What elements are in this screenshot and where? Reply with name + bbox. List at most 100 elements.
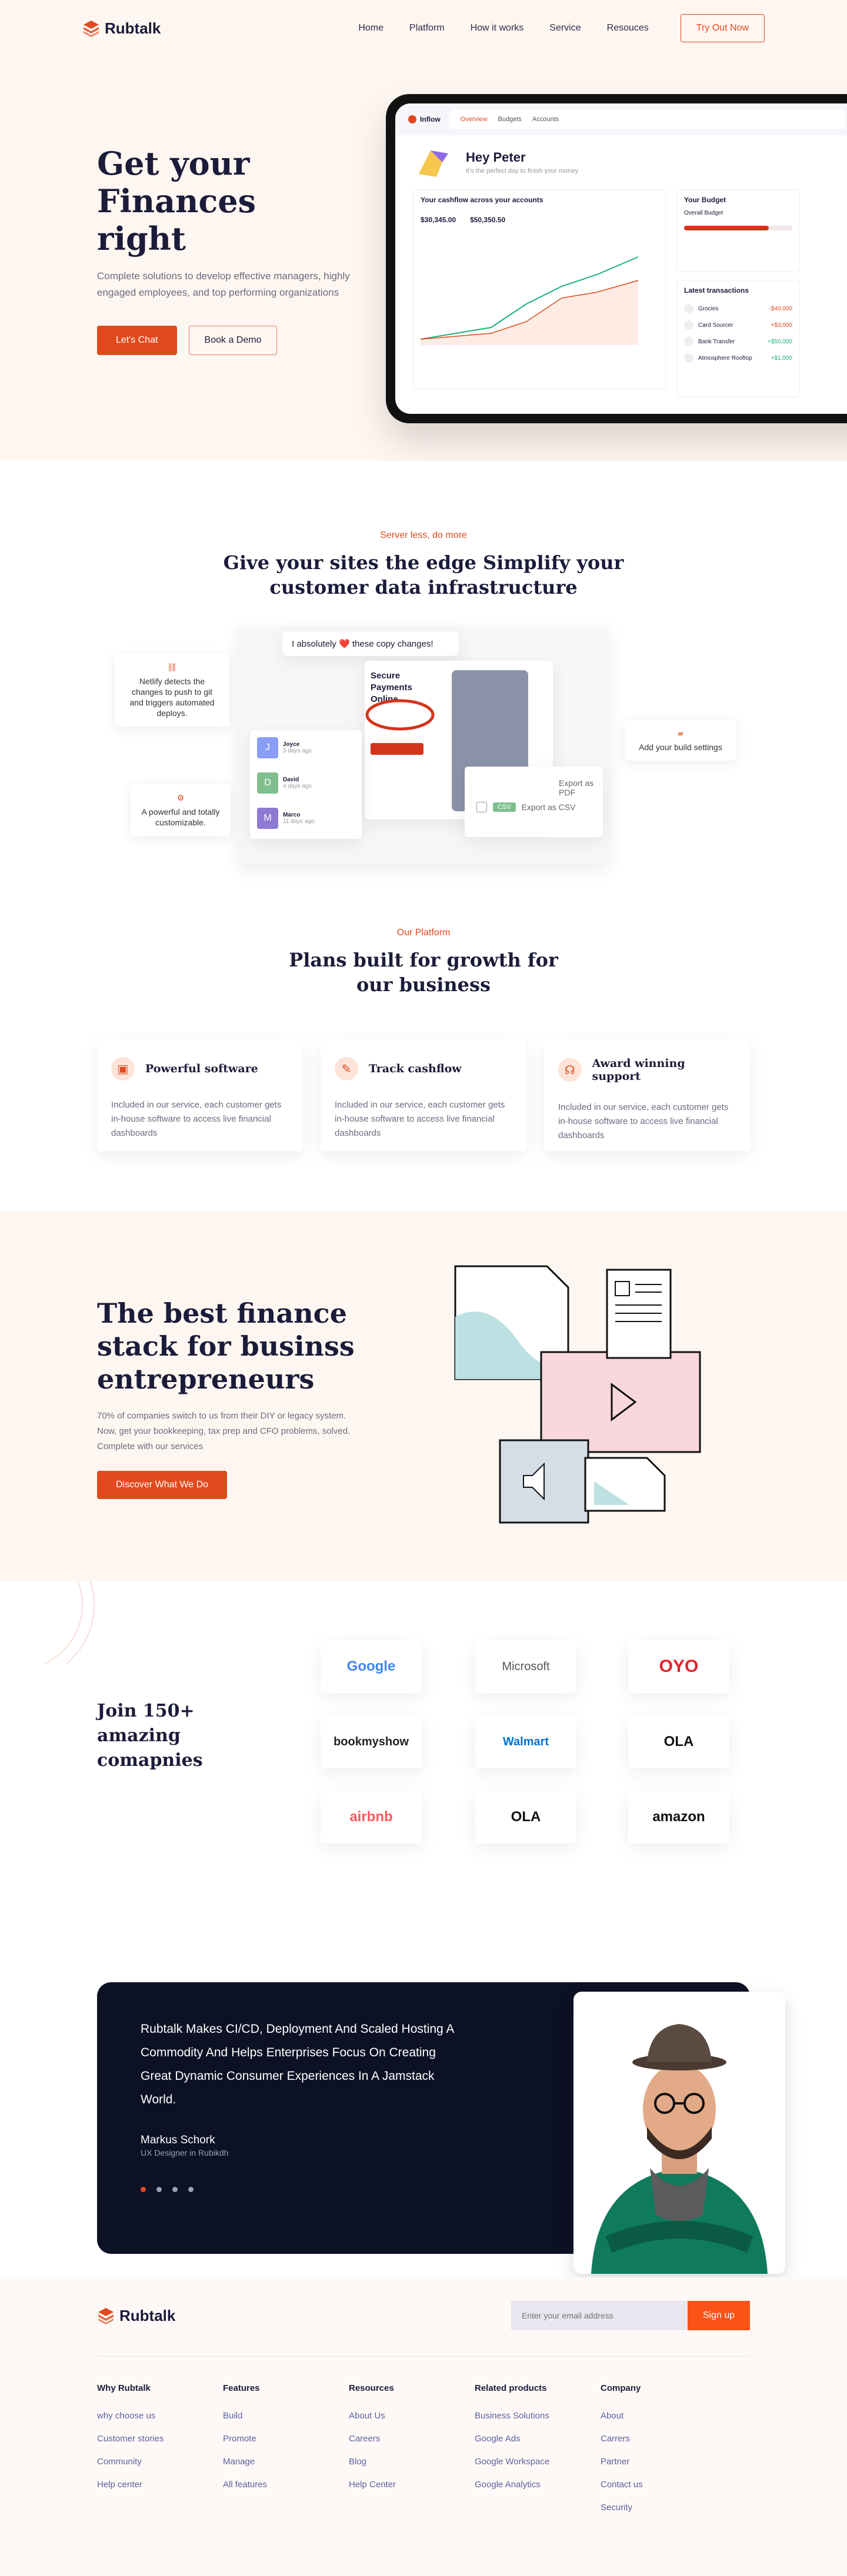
user-name: David <box>283 777 299 783</box>
footer-columns: Why Rubtalk why choose us Customer stori… <box>97 2383 726 2525</box>
brand-name: Rubtalk <box>105 19 161 37</box>
transaction-row[interactable]: Atmosphere Rooftop +$1,000 <box>677 350 799 366</box>
user-row[interactable]: M Marco 11 days ago <box>250 801 362 836</box>
user-row[interactable]: J Joyce 3 days ago <box>250 730 362 765</box>
app-name: Inflow <box>420 115 441 123</box>
hero-text: Get your Finances right Complete solutio… <box>97 145 350 355</box>
book-demo-button[interactable]: Book a Demo <box>188 326 278 355</box>
export-csv-option[interactable]: Export as CSV <box>522 802 576 812</box>
footer-link[interactable]: All features <box>223 2480 349 2490</box>
transaction-row[interactable]: Grocies -$40,000 <box>677 300 799 317</box>
nav-how-it-works[interactable]: How it works <box>471 23 524 34</box>
user-name: Joyce <box>283 741 300 748</box>
footer: Rubtalk Sign up Why Rubtalk why choose u… <box>0 2277 847 2576</box>
footer-link[interactable]: Customer stories <box>97 2434 223 2444</box>
footer-link[interactable]: Careers <box>349 2434 475 2444</box>
transaction-name: Card Sourcer <box>698 322 733 329</box>
footer-link[interactable]: Business Solutions <box>475 2411 601 2421</box>
nav-home[interactable]: Home <box>358 23 384 34</box>
feature-card-text: Included in our service, each customer g… <box>335 1100 505 1138</box>
transaction-icon <box>684 320 693 330</box>
greeting-illustration <box>419 150 448 177</box>
user-when: 3 days ago <box>283 748 312 754</box>
footer-link[interactable]: Google Workspace <box>475 2457 601 2467</box>
transaction-icon <box>684 353 693 363</box>
feature-card[interactable]: ▣ Powerful software Included in our servi… <box>97 1039 303 1151</box>
discover-button[interactable]: Discover What We Do <box>97 1471 228 1499</box>
testimonial-quote: Rubtalk Makes CI/CD, Deployment And Scal… <box>141 2022 454 2106</box>
feature-cards: ▣ Powerful software Included in our servi… <box>0 1039 847 1151</box>
transaction-row[interactable]: Bank Transfer +$50,000 <box>677 333 799 350</box>
carousel-dot[interactable] <box>156 2187 162 2192</box>
headset-icon: ☊ <box>558 1058 582 1082</box>
companies-section: Join 150+ amazing comapnies Google Micro… <box>0 1581 847 1911</box>
footer-link[interactable]: Partner <box>601 2457 726 2467</box>
footer-link[interactable]: Build <box>223 2411 349 2421</box>
nav-links: Home Platform How it works Service Resou… <box>358 14 765 42</box>
footer-brand-name: Rubtalk <box>119 2306 176 2324</box>
footer-column: Features Build Promote Manage All featur… <box>223 2383 349 2525</box>
footer-link[interactable]: Google Ads <box>475 2434 601 2444</box>
software-icon: ▣ <box>111 1057 135 1080</box>
carousel-dot[interactable] <box>141 2187 146 2192</box>
carousel-dot[interactable] <box>172 2187 178 2192</box>
footer-column-title: Why Rubtalk <box>97 2383 151 2393</box>
finance-section: The best finance stack for businss entre… <box>0 1211 847 1581</box>
feature-card[interactable]: ☊ Award winning support Included in our s… <box>544 1039 750 1151</box>
transaction-icon <box>684 337 693 346</box>
nav-resources[interactable]: Resouces <box>607 23 649 34</box>
budget-panel: Your Budget Overall Budget <box>676 189 800 272</box>
try-out-now-button[interactable]: Try Out Now <box>680 14 765 42</box>
dash-tab-accounts[interactable]: Accounts <box>532 116 559 123</box>
transaction-name: Grocies <box>698 305 719 312</box>
feature-card[interactable]: ✎ Track cashflow Included in our service,… <box>321 1039 526 1151</box>
footer-link[interactable]: Community <box>97 2457 223 2467</box>
hero-subtitle: Complete solutions to develop effective … <box>97 270 350 298</box>
footer-link[interactable]: Help center <box>97 2480 223 2490</box>
email-input[interactable] <box>511 2301 688 2330</box>
footer-link[interactable]: Promote <box>223 2434 349 2444</box>
serverless-title-line2: customer data infrastructure <box>269 576 578 598</box>
footer-link[interactable]: Manage <box>223 2457 349 2467</box>
greeting-title: Hey Peter <box>466 150 526 165</box>
transaction-name: Bank Transfer <box>698 338 735 345</box>
finance-title-line3: entrepreneurs <box>97 1363 315 1395</box>
stack-logo-icon <box>84 21 99 37</box>
greeting-subtitle: It's the perfect day to finish your mone… <box>466 168 579 175</box>
carousel-dot[interactable] <box>188 2187 194 2192</box>
footer-link[interactable]: Security <box>601 2503 726 2513</box>
user-row[interactable]: D David 4 days ago <box>250 765 362 801</box>
red-circle-annotation <box>365 699 435 731</box>
footer-link[interactable]: Contact us <box>601 2480 726 2490</box>
footer-divider <box>97 2356 750 2357</box>
nav-service[interactable]: Service <box>549 23 581 34</box>
get-started-button[interactable] <box>371 743 424 755</box>
footer-link[interactable]: Blog <box>349 2457 475 2467</box>
export-pdf-option[interactable]: Export as PDF <box>559 778 603 797</box>
footer-link[interactable]: why choose us <box>97 2411 223 2421</box>
transaction-icon <box>684 304 693 313</box>
transaction-row[interactable]: Card Sourcer +$3,000 <box>677 317 799 333</box>
footer-link[interactable]: About <box>601 2411 726 2421</box>
serverless-title: Give your sites the edge Simplify your c… <box>0 550 847 600</box>
nav-platform[interactable]: Platform <box>409 23 445 34</box>
footer-link[interactable]: Carrers <box>601 2434 726 2444</box>
export-checkbox[interactable] <box>476 802 487 812</box>
brand-logo[interactable]: Rubtalk <box>82 19 161 38</box>
testimonial-box: Rubtalk Makes CI/CD, Deployment And Scal… <box>97 1982 785 2274</box>
company-name: bookmyshow <box>334 1735 409 1748</box>
signup-button[interactable]: Sign up <box>688 2301 750 2330</box>
company-logo-google: Google <box>321 1640 422 1693</box>
note-git-deploys-text: Netlify detects the changes to push to g… <box>129 677 215 718</box>
footer-link[interactable]: Google Analytics <box>475 2480 601 2490</box>
transaction-name: Atmosphere Rooftop <box>698 354 752 362</box>
company-name: Google <box>346 1658 396 1674</box>
note-customizable: ⚙ A powerful and totally customizable. <box>131 784 231 836</box>
company-logo-ola: OLA <box>475 1791 576 1844</box>
footer-brand-logo[interactable]: Rubtalk <box>97 2307 175 2325</box>
dash-tab-overview[interactable]: Overview <box>461 116 488 123</box>
footer-link[interactable]: About Us <box>349 2411 475 2421</box>
dash-tab-budgets[interactable]: Budgets <box>498 116 522 123</box>
lets-chat-button[interactable]: Let's Chat <box>97 326 177 355</box>
footer-link[interactable]: Help Center <box>349 2480 475 2490</box>
